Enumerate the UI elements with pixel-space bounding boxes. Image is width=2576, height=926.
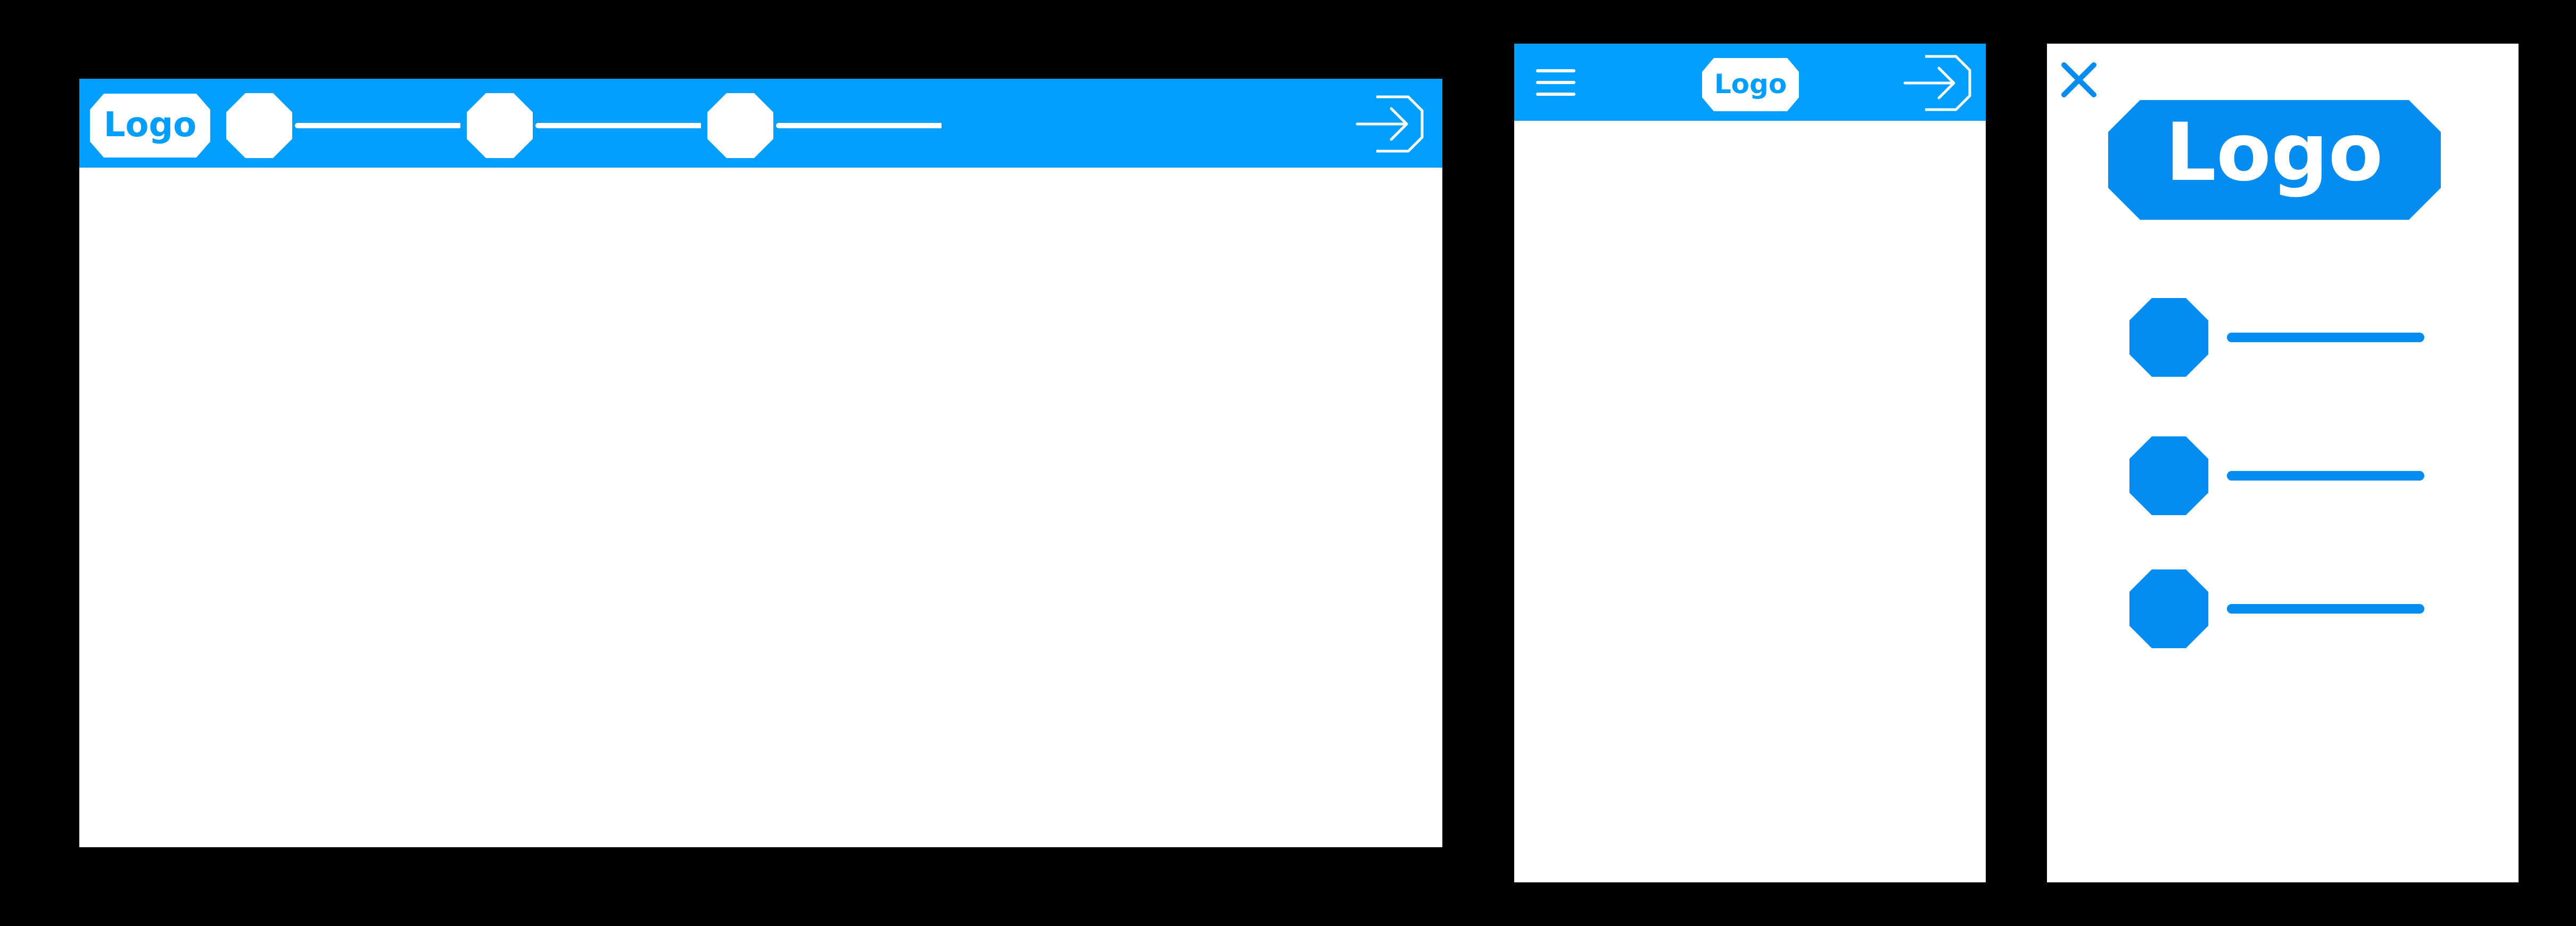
menu-item-3[interactable] <box>2129 569 2428 648</box>
mobile-logo-text: Logo <box>1714 69 1787 100</box>
drawer-logo-text: Logo <box>2165 106 2383 199</box>
menu-item-2[interactable] <box>2129 436 2428 515</box>
drawer-logo[interactable]: Logo <box>2108 100 2441 220</box>
desktop-logo-text: Logo <box>104 105 197 145</box>
login-icon[interactable] <box>1355 95 1424 153</box>
desktop-logo[interactable]: Logo <box>90 94 210 158</box>
desktop-wireframe: Logo <box>79 79 1442 847</box>
nav-item-3[interactable] <box>707 93 942 158</box>
close-icon[interactable] <box>2060 61 2098 99</box>
mobile-drawer-wireframe: Logo <box>2047 44 2519 882</box>
nav-item-1[interactable] <box>226 93 460 158</box>
nav-item-2[interactable] <box>467 93 701 158</box>
login-icon[interactable] <box>1903 54 1972 112</box>
nav-item-2-icon <box>467 93 533 158</box>
hamburger-icon[interactable] <box>1535 68 1576 97</box>
mobile-logo[interactable]: Logo <box>1702 58 1799 111</box>
nav-item-3-icon <box>707 93 773 158</box>
mobile-wireframe: Logo <box>1514 44 1986 882</box>
desktop-header: Logo <box>79 79 1442 168</box>
mobile-header: Logo <box>1514 44 1986 121</box>
menu-item-1[interactable] <box>2129 298 2428 377</box>
nav-item-1-icon <box>226 93 292 158</box>
